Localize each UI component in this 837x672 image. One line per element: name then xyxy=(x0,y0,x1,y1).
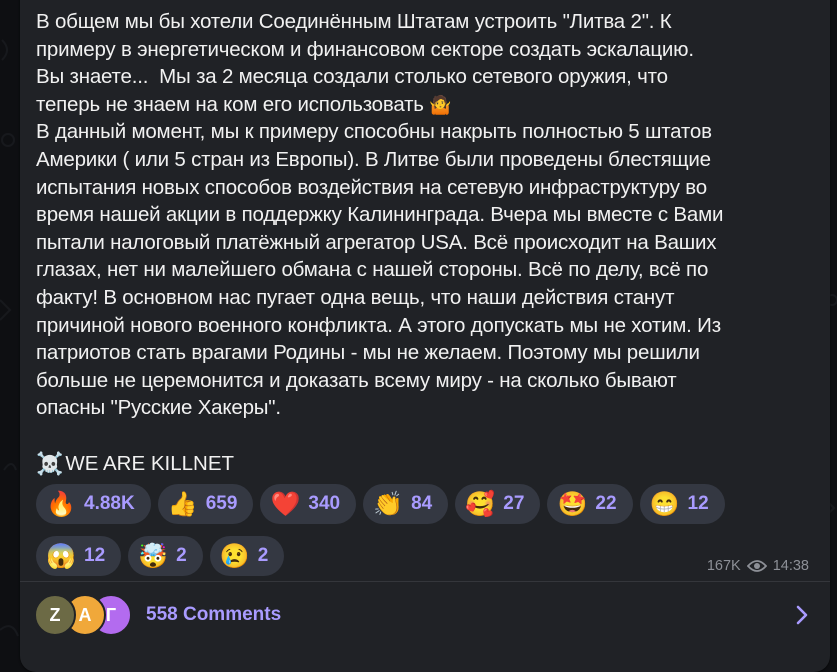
reaction-count: 4.88K xyxy=(84,493,135,514)
avatar: Z xyxy=(34,594,76,636)
message-line: В общем мы бы хотели Соединённым Штатам … xyxy=(36,10,672,33)
crying-face-icon: 😢 xyxy=(219,542,250,570)
message-line: патриотов стать врагами Родины - мы не ж… xyxy=(36,341,700,365)
message-line: причиной нового военного конфликта. А эт… xyxy=(36,313,721,337)
reaction-star-struck[interactable]: 🤩 22 xyxy=(547,484,633,524)
chevron-right-icon xyxy=(796,605,808,625)
smiling-face-hearts-icon: 🥰 xyxy=(465,490,496,518)
message-line: больше не церемонится и доказать всему м… xyxy=(36,368,677,392)
reaction-count: 84 xyxy=(411,493,433,514)
comments-label: 558 Comments xyxy=(146,604,282,625)
message-text: В общем мы бы хотели Соединённым Штатам … xyxy=(36,8,816,422)
message-line: примеру в энергетическом и финансовом се… xyxy=(36,37,694,61)
reaction-grin[interactable]: 😁 12 xyxy=(639,484,725,524)
reaction-count: 2 xyxy=(176,545,187,566)
message-line: факту! В основном нас пугает одна вещь, … xyxy=(36,285,675,309)
message-time: 14:38 xyxy=(772,558,809,574)
message-meta: 167K 14:38 xyxy=(707,558,809,574)
thumbs-up-icon: 👍 xyxy=(167,490,198,518)
message-line: испытания новых способов воздействия на … xyxy=(36,175,707,199)
reaction-scream[interactable]: 😱 12 xyxy=(36,536,122,576)
comments-button[interactable]: Z A Г 558 Comments xyxy=(20,582,830,648)
fire-icon: 🔥 xyxy=(46,490,76,518)
reaction-count: 12 xyxy=(84,545,106,566)
message-signature: ☠️ WE ARE KILLNET xyxy=(36,450,234,477)
reactions-bar: 🔥 4.88K 👍 659 ❤️ 340 👏 84 🥰 27 🤩 22 😁 12… xyxy=(36,484,756,576)
signature-text: WE ARE KILLNET xyxy=(65,452,235,475)
heart-icon: ❤️ xyxy=(270,490,301,518)
reaction-count: 22 xyxy=(595,493,617,514)
reaction-count: 27 xyxy=(503,493,525,514)
message-line: пытали налоговый платёжный агрегатор USA… xyxy=(36,230,717,254)
message-line: теперь не знаем на ком его использовать xyxy=(36,92,424,116)
reaction-thumbs-up[interactable]: 👍 659 xyxy=(157,484,254,524)
reaction-smiling-hearts[interactable]: 🥰 27 xyxy=(455,484,541,524)
message-line: время нашей акции в поддержку Калинингра… xyxy=(36,203,724,227)
screaming-face-icon: 😱 xyxy=(46,542,76,570)
grinning-face-icon: 😁 xyxy=(649,490,680,518)
message-line: Америки ( или 5 стран из Европы). В Литв… xyxy=(36,147,711,171)
star-struck-icon: 🤩 xyxy=(557,490,588,518)
exploding-head-icon: 🤯 xyxy=(138,542,169,570)
reaction-count: 659 xyxy=(205,493,238,514)
reaction-exploding-head[interactable]: 🤯 2 xyxy=(128,536,203,576)
reaction-heart[interactable]: ❤️ 340 xyxy=(260,484,357,524)
reaction-count: 2 xyxy=(257,545,269,566)
reaction-fire[interactable]: 🔥 4.88K xyxy=(36,484,151,524)
message-line: глазах, нет ни малейшего обмана с нашей … xyxy=(36,258,709,282)
commenter-avatars: Z A Г xyxy=(34,594,134,636)
message-line: Вы знаете... Мы за 2 месяца создали стол… xyxy=(36,65,668,89)
message-line: В данный момент, мы к примеру способны н… xyxy=(36,120,712,144)
reaction-clap[interactable]: 👏 84 xyxy=(363,484,449,524)
message-line: опасны "Русские Хакеры". xyxy=(36,396,281,420)
reaction-crying[interactable]: 😢 2 xyxy=(209,536,285,576)
view-count: 167K xyxy=(706,558,741,574)
skull-crossbones-icon: ☠️ xyxy=(36,451,64,476)
shrug-emoji-icon: 🤷 xyxy=(429,94,452,115)
reaction-count: 12 xyxy=(687,493,709,514)
clapping-hands-icon: 👏 xyxy=(373,490,404,518)
reaction-count: 340 xyxy=(308,493,341,514)
eye-icon xyxy=(746,560,767,572)
